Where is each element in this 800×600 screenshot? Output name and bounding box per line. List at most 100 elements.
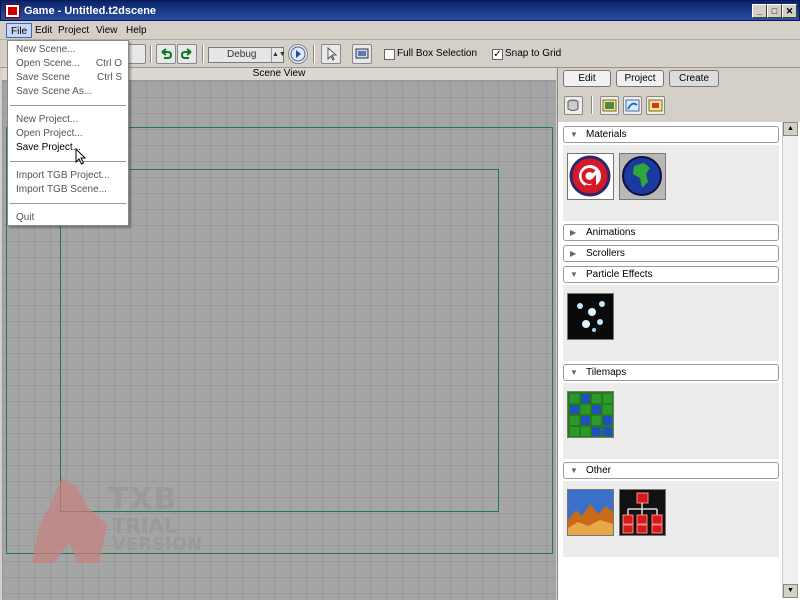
particle-effect-thumbnail[interactable]: [567, 293, 614, 340]
minimize-button[interactable]: _: [752, 4, 767, 18]
menu-help[interactable]: Help: [122, 23, 151, 38]
section-label: Other: [586, 465, 612, 476]
close-button[interactable]: ✕: [782, 4, 797, 18]
expand-arrow-icon: ▼: [570, 270, 578, 279]
toolbar-separator: [150, 45, 152, 63]
selection-tool-icon[interactable]: [321, 44, 341, 64]
collapse-arrow-icon: ▶: [570, 249, 577, 258]
menu-item-quit[interactable]: Quit: [16, 211, 126, 224]
menu-item-label: Open Project...: [16, 128, 83, 139]
section-other[interactable]: ▼ Other: [563, 462, 779, 479]
collapse-arrow-icon: ▶: [570, 228, 577, 237]
play-icon[interactable]: [288, 44, 308, 64]
section-label: Particle Effects: [586, 269, 653, 280]
menu-edit[interactable]: Edit: [31, 23, 56, 38]
menu-item-label: Import TGB Scene...: [16, 184, 107, 195]
window-title: Game - Untitled.t2dscene: [24, 5, 157, 17]
menu-item-label: Import TGB Project...: [16, 170, 110, 181]
tilemap-thumbnail[interactable]: [567, 391, 614, 438]
menu-separator: [10, 203, 126, 204]
snap-to-grid-label: Snap to Grid: [505, 48, 562, 59]
full-box-selection-checkbox[interactable]: [384, 49, 395, 60]
menu-item-import-tgb-project[interactable]: Import TGB Project...: [16, 169, 126, 182]
menu-item-label: New Scene...: [16, 44, 76, 55]
menu-item-label: Open Scene...: [16, 58, 80, 69]
file-menu-dropdown: New Scene... Open Scene... Ctrl O Save Sc…: [7, 40, 129, 226]
build-config-select[interactable]: Debug ▲▼: [208, 47, 286, 63]
watermark-txb: TXB: [108, 482, 178, 517]
watermark-version: VERSION: [112, 534, 203, 555]
expand-arrow-icon: ▼: [570, 130, 578, 139]
menu-item-shortcut: Ctrl S: [97, 72, 122, 83]
add-animation-icon[interactable]: [623, 96, 642, 115]
database-icon[interactable]: [564, 96, 583, 115]
asset-library: ▼ Materials ▶ Animations ▶ Scrollers ▼ P…: [558, 122, 800, 600]
toolbar-separator: [313, 45, 315, 63]
section-label: Scrollers: [586, 248, 625, 259]
title-bar: Game - Untitled.t2dscene _ □ ✕: [0, 0, 800, 21]
snap-to-grid-checkbox[interactable]: ✓: [492, 49, 503, 60]
build-config-value: Debug: [227, 49, 257, 60]
mouse-cursor-icon: [75, 147, 87, 166]
full-box-selection-label: Full Box Selection: [397, 48, 478, 59]
scroll-up-icon[interactable]: ▲: [783, 122, 798, 136]
menu-file[interactable]: File: [6, 23, 33, 38]
menu-item-label: Save Scene As...: [16, 86, 93, 97]
other-body: [563, 481, 779, 557]
chevron-down-icon: ▲▼: [271, 48, 286, 62]
material-thumbnail[interactable]: [567, 153, 614, 200]
add-image-map-icon[interactable]: [600, 96, 619, 115]
menu-item-new-scene[interactable]: New Scene...: [16, 43, 126, 56]
tilemaps-body: [563, 383, 779, 459]
section-label: Tilemaps: [586, 367, 627, 378]
redo-icon[interactable]: [177, 44, 197, 64]
menu-separator: [10, 161, 126, 162]
section-label: Animations: [586, 227, 636, 238]
trial-watermark: TXB TRIAL VERSION: [32, 478, 202, 568]
menu-project[interactable]: Project: [54, 23, 93, 38]
menu-item-shortcut: Ctrl O: [95, 58, 122, 69]
material-thumbnail[interactable]: [619, 153, 666, 200]
menu-item-save-scene-as[interactable]: Save Scene As...: [16, 85, 126, 98]
section-label: Materials: [586, 129, 627, 140]
section-animations[interactable]: ▶ Animations: [563, 224, 779, 241]
menu-separator: [10, 105, 126, 106]
menu-item-save-project[interactable]: Save Project...: [16, 141, 126, 154]
maximize-button[interactable]: □: [767, 4, 782, 18]
section-tilemaps[interactable]: ▼ Tilemaps: [563, 364, 779, 381]
expand-arrow-icon: ▼: [570, 368, 578, 377]
menu-item-label: New Project...: [16, 114, 79, 125]
menu-view[interactable]: View: [92, 23, 122, 38]
materials-body: [563, 145, 779, 221]
toolbar-separator: [591, 96, 593, 114]
scene-object-thumbnail[interactable]: [567, 489, 614, 536]
menu-item-label: Save Scene: [16, 72, 70, 83]
section-materials[interactable]: ▼ Materials: [563, 126, 779, 143]
menu-item-open-project[interactable]: Open Project...: [16, 127, 126, 140]
menu-item-open-scene[interactable]: Open Scene... Ctrl O: [16, 57, 126, 70]
section-scrollers[interactable]: ▶ Scrollers: [563, 245, 779, 262]
tab-project[interactable]: Project: [616, 70, 664, 87]
behavior-tree-thumbnail[interactable]: [619, 489, 666, 536]
menu-item-label: Quit: [16, 212, 35, 223]
menu-bar: File Edit Project View Help: [0, 21, 800, 40]
tab-create[interactable]: Create: [669, 70, 719, 87]
scroll-down-icon[interactable]: ▼: [783, 584, 798, 598]
camera-tool-icon[interactable]: [352, 44, 372, 64]
section-particle-effects[interactable]: ▼ Particle Effects: [563, 266, 779, 283]
tab-edit[interactable]: Edit: [563, 70, 611, 87]
app-icon: [5, 4, 20, 18]
particle-effects-body: [563, 285, 779, 361]
menu-item-new-project[interactable]: New Project...: [16, 113, 126, 126]
expand-arrow-icon: ▼: [570, 466, 578, 475]
undo-icon[interactable]: [156, 44, 176, 64]
trial-logo-icon: [32, 478, 107, 563]
vertical-scrollbar[interactable]: ▲ ▼: [782, 122, 798, 598]
menu-item-label: Save Project...: [16, 142, 82, 153]
save-icon[interactable]: [126, 44, 146, 64]
toolbar-separator: [202, 45, 204, 63]
add-tilemap-icon[interactable]: [646, 96, 665, 115]
create-panel: Edit Project Create ▼ Materials ▶ Animat…: [557, 68, 800, 600]
menu-item-import-tgb-scene[interactable]: Import TGB Scene...: [16, 183, 126, 196]
menu-item-save-scene[interactable]: Save Scene Ctrl S: [16, 71, 126, 84]
